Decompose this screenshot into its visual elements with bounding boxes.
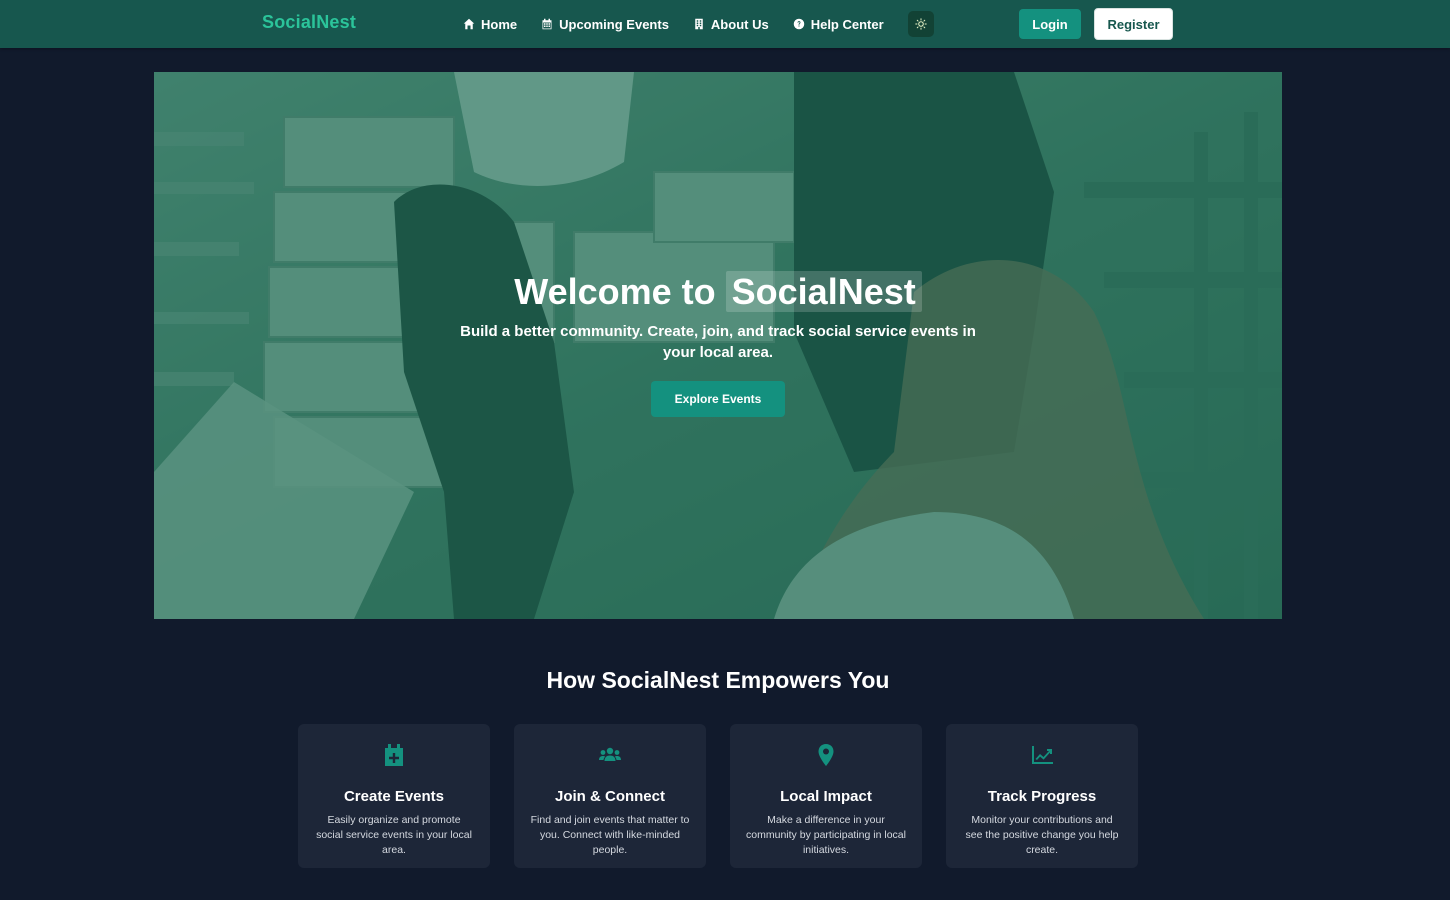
feature-card-description: Make a difference in your community by p… (746, 814, 906, 856)
feature-cards: Create Events Easily organize and promot… (298, 724, 1138, 868)
users-icon (599, 747, 621, 761)
nav-links: Home Upcoming Events About Us Help Cente… (463, 0, 934, 48)
brand-logo[interactable]: SocialNest (262, 12, 356, 33)
nav-item-label: Home (481, 16, 518, 32)
hero-title: Welcome to SocialNest (154, 271, 1282, 312)
feature-card-title: Local Impact (780, 788, 872, 805)
building-icon (695, 18, 703, 30)
hero-subtitle: Build a better community. Create, join, … (460, 323, 976, 361)
login-button[interactable]: Login (1019, 9, 1081, 39)
feature-card-join-connect: Join & Connect Find and join events that… (514, 724, 706, 868)
feature-card-title: Create Events (343, 788, 445, 805)
feature-card-description: Find and join events that matter to you.… (530, 814, 690, 856)
feature-card-track-progress: Track Progress Monitor your contribution… (946, 724, 1138, 868)
nav-item-help-center[interactable]: Help Center (793, 17, 884, 32)
sun-icon (914, 18, 927, 30)
nav-item-label: About Us (710, 16, 769, 32)
feature-card-local-impact: Local Impact Make a difference in your c… (730, 724, 922, 868)
hero-banner: Welcome to SocialNest Build a better com… (154, 72, 1282, 619)
question-circle-icon (793, 18, 804, 30)
nav-item-about-us[interactable]: About Us (693, 17, 769, 32)
chart-line-icon (1032, 746, 1053, 764)
nav-item-label: Help Center (810, 16, 884, 32)
explore-events-button[interactable]: Explore Events (651, 381, 785, 417)
nav-item-label: Upcoming Events (559, 16, 669, 32)
hero-title-highlight: SocialNest (725, 271, 922, 312)
nav-item-home[interactable]: Home (463, 17, 517, 32)
map-pin-icon (818, 744, 834, 766)
feature-card-description: Monitor your contributions and see the p… (965, 814, 1119, 856)
theme-toggle-button[interactable] (907, 11, 934, 37)
feature-card-create-events: Create Events Easily organize and promot… (298, 724, 490, 868)
features-heading: How SocialNest Empowers You (546, 667, 890, 693)
nav-item-upcoming-events[interactable]: Upcoming Events (541, 17, 669, 32)
register-button[interactable]: Register (1094, 8, 1173, 40)
calendar-plus-icon (385, 744, 403, 766)
calendar-icon (542, 18, 552, 30)
home-icon (463, 18, 475, 30)
navbar: SocialNest Home Upcoming Events About Us… (0, 0, 1450, 48)
feature-card-title: Track Progress (987, 788, 1097, 805)
hero-title-prefix: Welcome to (514, 271, 716, 312)
feature-card-description: Easily organize and promote social servi… (316, 814, 472, 856)
feature-card-title: Join & Connect (554, 788, 665, 805)
